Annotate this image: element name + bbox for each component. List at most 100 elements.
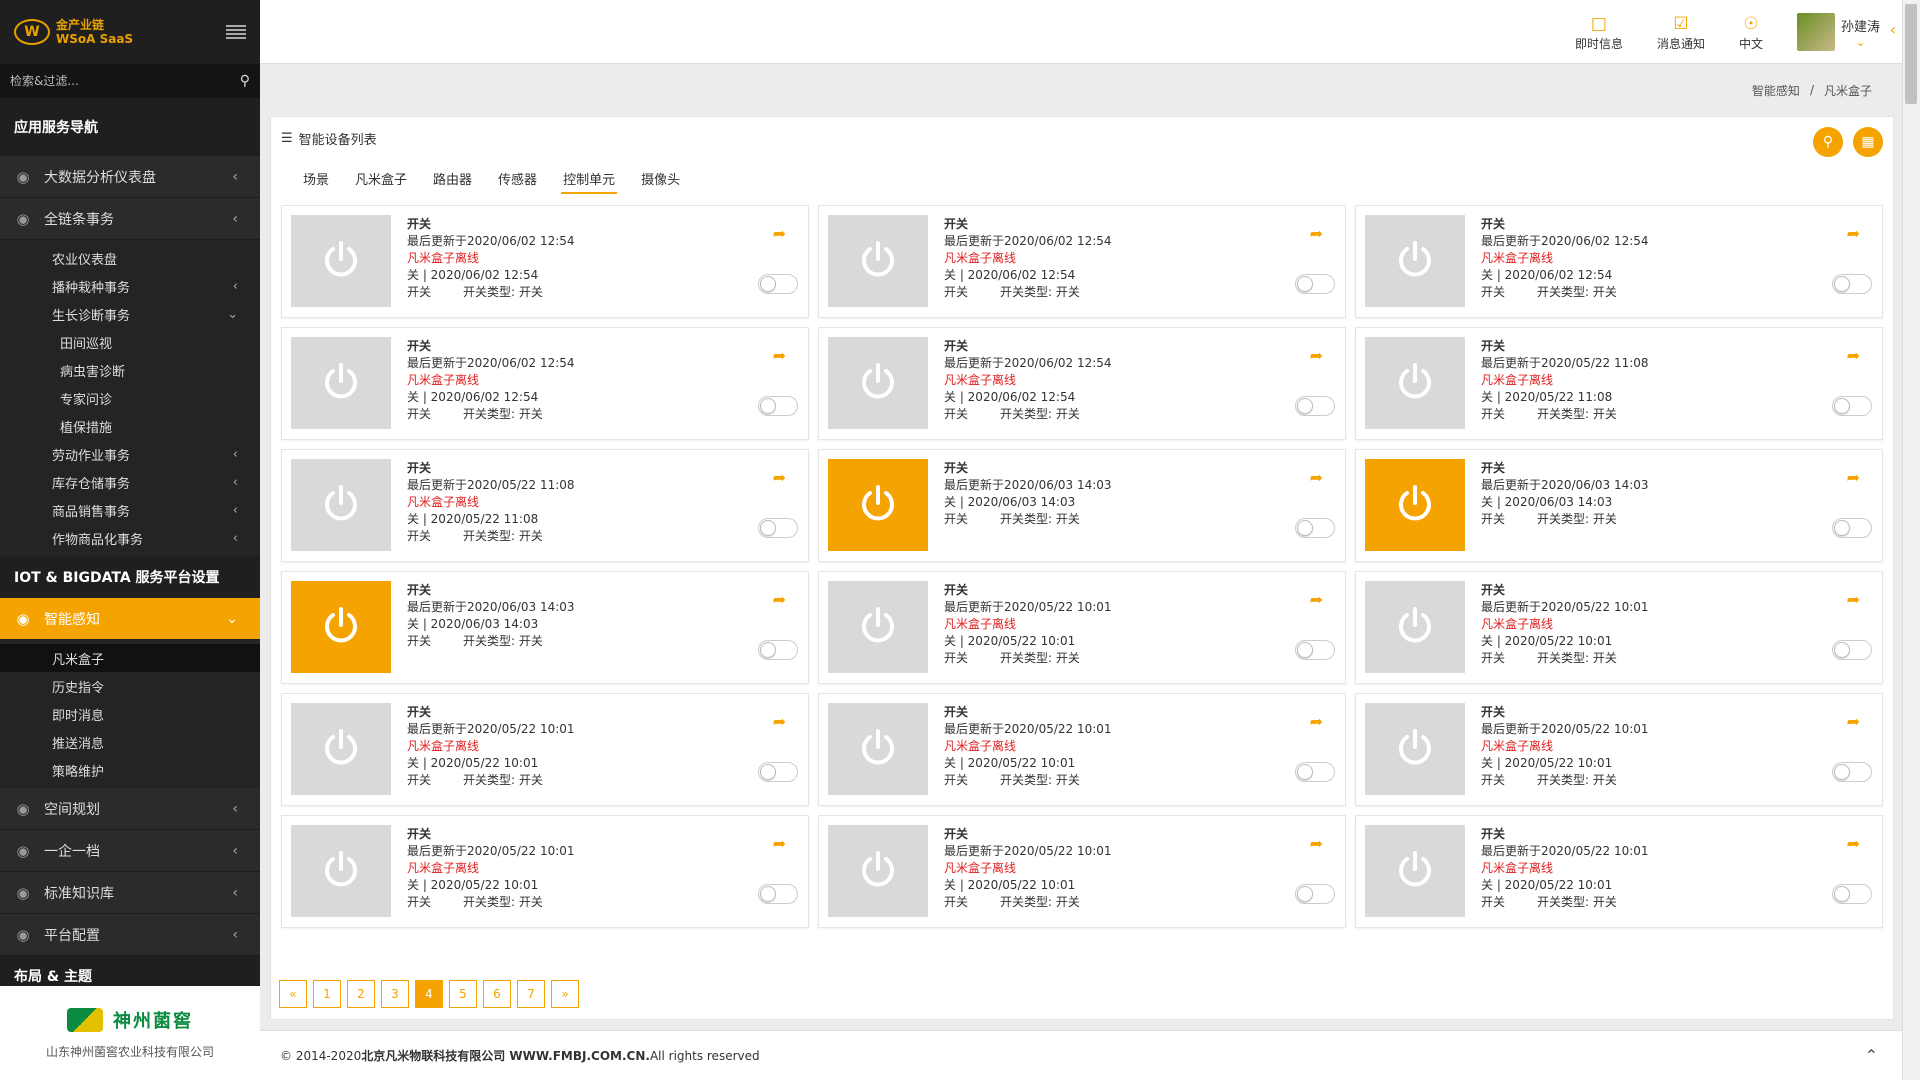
share-icon[interactable]: ➦ [1310,224,1323,243]
tab-3[interactable]: 传感器 [496,165,539,194]
device-toggle[interactable] [1295,884,1335,904]
device-toggle[interactable] [758,640,798,660]
tab-0[interactable]: 场景 [301,165,331,194]
pagination-page[interactable]: 2 [347,980,375,1008]
sidebar-sub-item[interactable]: 即时消息 [0,700,260,728]
share-icon[interactable]: ➦ [1310,346,1323,365]
device-toggle[interactable] [758,884,798,904]
search-icon[interactable]: ⚲ [240,73,250,89]
sidebar-sub-item[interactable]: 生长诊断事务 ⌄ [0,300,260,328]
collapse-right-icon[interactable]: ‹ [1890,20,1896,39]
notification-button[interactable]: ☑ 消息通知 [1657,13,1705,52]
sidebar-sub-item[interactable]: 策略维护 [0,756,260,784]
device-toggle[interactable] [1832,762,1872,782]
device-toggle[interactable] [1832,396,1872,416]
instant-message-button[interactable]: □ 即时信息 [1575,13,1623,52]
sidebar-sub-item[interactable]: 植保措施 [0,412,260,440]
sidebar-sub-item[interactable]: 农业仪表盘 [0,244,260,272]
tab-4[interactable]: 控制单元 [561,165,618,194]
pagination-prev[interactable]: « [279,980,307,1008]
hamburger-menu-icon[interactable] [226,25,246,39]
tab-1[interactable]: 凡米盒子 [353,165,409,194]
device-toggle[interactable] [1295,274,1335,294]
sidebar-item-group1-1[interactable]: ◉ 全链条事务 ‹ [0,198,260,240]
share-icon[interactable]: ➦ [773,712,786,731]
pagination-page[interactable]: 7 [517,980,545,1008]
power-button[interactable] [828,703,928,795]
share-icon[interactable]: ➦ [773,590,786,609]
sidebar-item-group2-0[interactable]: ◉ 空间规划 ‹ [0,788,260,830]
sidebar-sub-item[interactable]: 凡米盒子 [0,644,260,672]
share-icon[interactable]: ➦ [1310,712,1323,731]
share-icon[interactable]: ➦ [1310,590,1323,609]
sidebar-item-group2-3[interactable]: ◉ 平台配置 ‹ [0,914,260,956]
power-button[interactable] [828,337,928,429]
sidebar-sub-item[interactable]: 库存仓储事务 ‹ [0,468,260,496]
power-button[interactable] [828,581,928,673]
sidebar-item-group1-0[interactable]: ◉ 大数据分析仪表盘 ‹ [0,156,260,198]
device-toggle[interactable] [1295,640,1335,660]
share-icon[interactable]: ➦ [1847,590,1860,609]
device-toggle[interactable] [1295,762,1335,782]
device-toggle[interactable] [1832,884,1872,904]
tab-2[interactable]: 路由器 [431,165,474,194]
power-button[interactable] [291,215,391,307]
sidebar-sub-item[interactable]: 专家问诊 [0,384,260,412]
sidebar-search-input[interactable] [10,74,210,88]
power-button[interactable] [291,825,391,917]
share-icon[interactable]: ➦ [1847,468,1860,487]
scroll-top-icon[interactable]: ⌃ [1865,1046,1878,1065]
device-toggle[interactable] [758,762,798,782]
share-icon[interactable]: ➦ [773,224,786,243]
sidebar-item-group2-1[interactable]: ◉ 一企一档 ‹ [0,830,260,872]
scrollbar-thumb[interactable] [1905,4,1917,104]
language-button[interactable]: ☉ 中文 [1739,13,1763,52]
share-icon[interactable]: ➦ [773,834,786,853]
share-icon[interactable]: ➦ [1847,834,1860,853]
pagination-page[interactable]: 1 [313,980,341,1008]
sidebar-item-smart-sensing[interactable]: ◉ 智能感知 ⌄ [0,598,260,640]
pagination-page[interactable]: 5 [449,980,477,1008]
sidebar-sub-item[interactable]: 商品销售事务 ‹ [0,496,260,524]
map-button[interactable]: ▦ [1853,127,1883,157]
power-button[interactable] [1365,215,1465,307]
power-button[interactable] [291,581,391,673]
sidebar-sub-item[interactable]: 推送消息 [0,728,260,756]
device-toggle[interactable] [1295,396,1335,416]
sidebar-item-group2-2[interactable]: ◉ 标准知识库 ‹ [0,872,260,914]
power-button[interactable] [828,825,928,917]
power-button[interactable] [1365,337,1465,429]
sidebar-sub-item[interactable]: 作物商品化事务 ‹ [0,524,260,552]
page-scrollbar[interactable] [1902,0,1920,1080]
device-toggle[interactable] [758,274,798,294]
breadcrumb-parent[interactable]: 智能感知 [1752,82,1800,99]
share-icon[interactable]: ➦ [1310,834,1323,853]
power-button[interactable] [291,703,391,795]
share-icon[interactable]: ➦ [1847,712,1860,731]
device-toggle[interactable] [1832,518,1872,538]
pagination-next[interactable]: » [551,980,579,1008]
device-toggle[interactable] [1295,518,1335,538]
power-button[interactable] [1365,459,1465,551]
pagination-page[interactable]: 6 [483,980,511,1008]
pagination-page[interactable]: 3 [381,980,409,1008]
user-menu[interactable]: 孙建涛 ⌄ [1796,13,1880,51]
tab-5[interactable]: 摄像头 [639,165,682,194]
power-button[interactable] [1365,825,1465,917]
share-icon[interactable]: ➦ [1847,224,1860,243]
device-toggle[interactable] [758,396,798,416]
power-button[interactable] [828,215,928,307]
power-button[interactable] [1365,581,1465,673]
search-button[interactable]: ⚲ [1813,127,1843,157]
share-icon[interactable]: ➦ [1310,468,1323,487]
share-icon[interactable]: ➦ [1847,346,1860,365]
power-button[interactable] [291,459,391,551]
power-button[interactable] [1365,703,1465,795]
device-toggle[interactable] [1832,640,1872,660]
sidebar-sub-item[interactable]: 播种栽种事务 ‹ [0,272,260,300]
share-icon[interactable]: ➦ [773,468,786,487]
device-toggle[interactable] [758,518,798,538]
device-toggle[interactable] [1832,274,1872,294]
pagination-page[interactable]: 4 [415,980,443,1008]
sidebar-sub-item[interactable]: 田间巡视 [0,328,260,356]
